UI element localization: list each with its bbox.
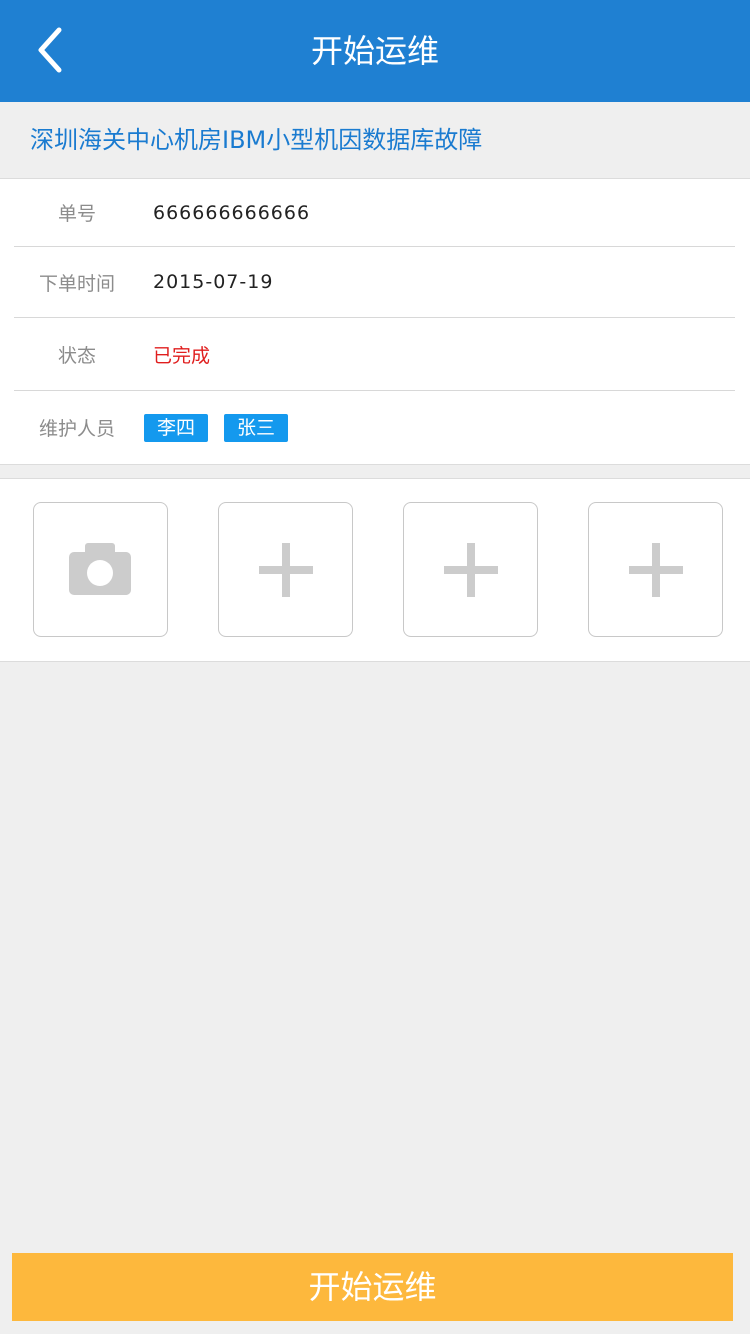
order-number-row: 单号 666666666666 (14, 179, 735, 247)
add-photo-button[interactable] (588, 502, 723, 637)
status-label: 状态 (57, 344, 96, 367)
plus-icon (443, 542, 498, 597)
chevron-left-icon (38, 27, 62, 73)
camera-button[interactable] (33, 502, 168, 637)
order-time-label: 下单时间 (38, 272, 115, 295)
order-info-card: 单号 666666666666 下单时间 2015-07-19 状态 已完成 维… (0, 178, 750, 465)
navigation-bar: 开始运维 (0, 0, 750, 102)
start-maintenance-button[interactable]: 开始运维 (12, 1253, 733, 1321)
order-time-row: 下单时间 2015-07-19 (14, 247, 735, 318)
staff-tags: 李四 张三 (144, 413, 304, 442)
add-photo-button[interactable] (218, 502, 353, 637)
back-button[interactable] (20, 20, 80, 80)
status-value: 已完成 (153, 344, 211, 367)
add-photo-button[interactable] (403, 502, 538, 637)
plus-icon (628, 542, 683, 597)
staff-tag[interactable]: 李四 (144, 413, 208, 442)
photo-upload-section (0, 478, 750, 662)
page: 开始运维 深圳海关中心机房IBM小型机因数据库故障 单号 66666666666… (0, 0, 750, 1334)
order-number-label: 单号 (57, 203, 96, 225)
status-row: 状态 已完成 (14, 318, 735, 391)
order-time-value: 2015-07-19 (153, 271, 274, 293)
staff-tag[interactable]: 张三 (224, 413, 288, 442)
staff-label: 维护人员 (38, 418, 115, 440)
camera-icon (68, 542, 131, 595)
plus-icon (258, 542, 313, 597)
order-number-value: 666666666666 (153, 201, 311, 224)
page-title: 开始运维 (310, 32, 439, 70)
task-title: 深圳海关中心机房IBM小型机因数据库故障 (30, 126, 483, 154)
staff-row: 维护人员 李四 张三 (14, 391, 735, 464)
